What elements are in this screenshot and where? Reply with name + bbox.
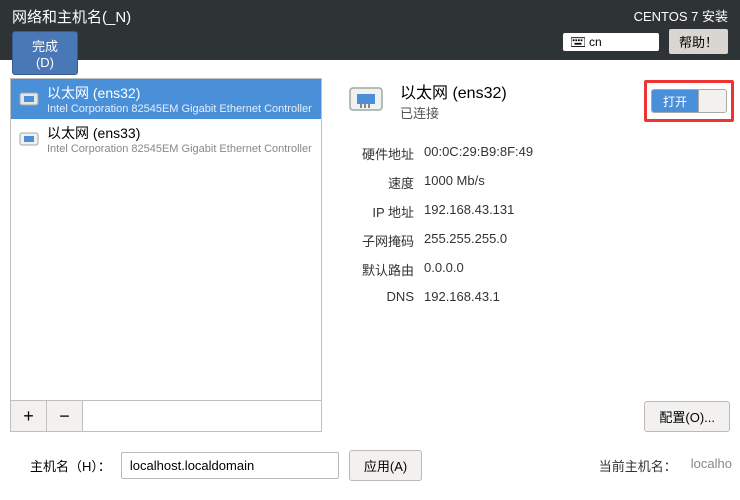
ethernet-icon [17,127,41,151]
nic-list-panel: 以太网 (ens32) Intel Corporation 82545EM Gi… [10,78,322,432]
dns-label: DNS [344,289,414,304]
connection-toggle[interactable]: 打开 [651,89,727,113]
add-nic-button[interactable]: + [11,401,47,431]
toggle-highlight: 打开 [644,80,734,122]
ip-value: 192.168.43.131 [424,202,730,221]
nic-list: 以太网 (ens32) Intel Corporation 82545EM Gi… [10,78,322,401]
speed-value: 1000 Mb/s [424,173,730,192]
detail-title: 以太网 (ens32) [400,79,507,103]
keyboard-label: cn [589,35,602,49]
nic-buttons: + − [10,401,322,432]
hwaddr-value: 00:0C:29:B9:8F:49 [424,144,730,163]
ethernet-icon [17,87,41,111]
ip-label: IP 地址 [344,202,414,221]
current-hostname-label: 当前主机名： [599,456,677,475]
remove-nic-button[interactable]: − [47,401,83,431]
keyboard-indicator[interactable]: cn [563,33,659,51]
gateway-label: 默认路由 [344,260,414,279]
hostname-label: 主机名（H）： [30,456,111,475]
detail-status: 已连接 [400,103,507,122]
nic-description: Intel Corporation 82545EM Gigabit Ethern… [47,143,315,155]
dns-value: 192.168.43.1 [424,289,730,304]
nic-item-ens32[interactable]: 以太网 (ens32) Intel Corporation 82545EM Gi… [11,79,321,119]
current-hostname-value: localho [691,456,732,475]
speed-label: 速度 [344,173,414,192]
configure-button[interactable]: 配置(O)... [644,401,730,432]
keyboard-icon [571,37,585,47]
apply-button[interactable]: 应用(A) [349,450,422,481]
nic-description: Intel Corporation 82545EM Gigabit Ethern… [47,103,315,115]
help-button[interactable]: 帮助！ [669,29,728,54]
toggle-knob [698,90,726,112]
netmask-value: 255.255.255.0 [424,231,730,250]
done-button[interactable]: 完成(D) [12,31,78,75]
ethernet-large-icon [344,78,388,122]
nic-name: 以太网 (ens33) [47,123,315,143]
top-bar: 网络和主机名(_N) 完成(D) CENTOS 7 安装 cn 帮助！ [0,0,740,60]
nic-name: 以太网 (ens32) [47,83,315,103]
install-label: CENTOS 7 安装 [634,6,728,25]
hwaddr-label: 硬件地址 [344,144,414,163]
detail-grid: 硬件地址 00:0C:29:B9:8F:49 速度 1000 Mb/s IP 地… [344,144,730,304]
content-area: 以太网 (ens32) Intel Corporation 82545EM Gi… [0,60,740,440]
bottom-bar: 主机名（H）： 应用(A) 当前主机名： localho [0,440,740,491]
nic-item-ens33[interactable]: 以太网 (ens33) Intel Corporation 82545EM Gi… [11,119,321,159]
hostname-input[interactable] [121,452,339,479]
nic-detail-panel: 以太网 (ens32) 已连接 打开 硬件地址 00:0C:29:B9:8F:4… [332,78,736,432]
netmask-label: 子网掩码 [344,231,414,250]
page-title: 网络和主机名(_N) [12,6,131,27]
toggle-on-label: 打开 [652,90,698,112]
gateway-value: 0.0.0.0 [424,260,730,279]
